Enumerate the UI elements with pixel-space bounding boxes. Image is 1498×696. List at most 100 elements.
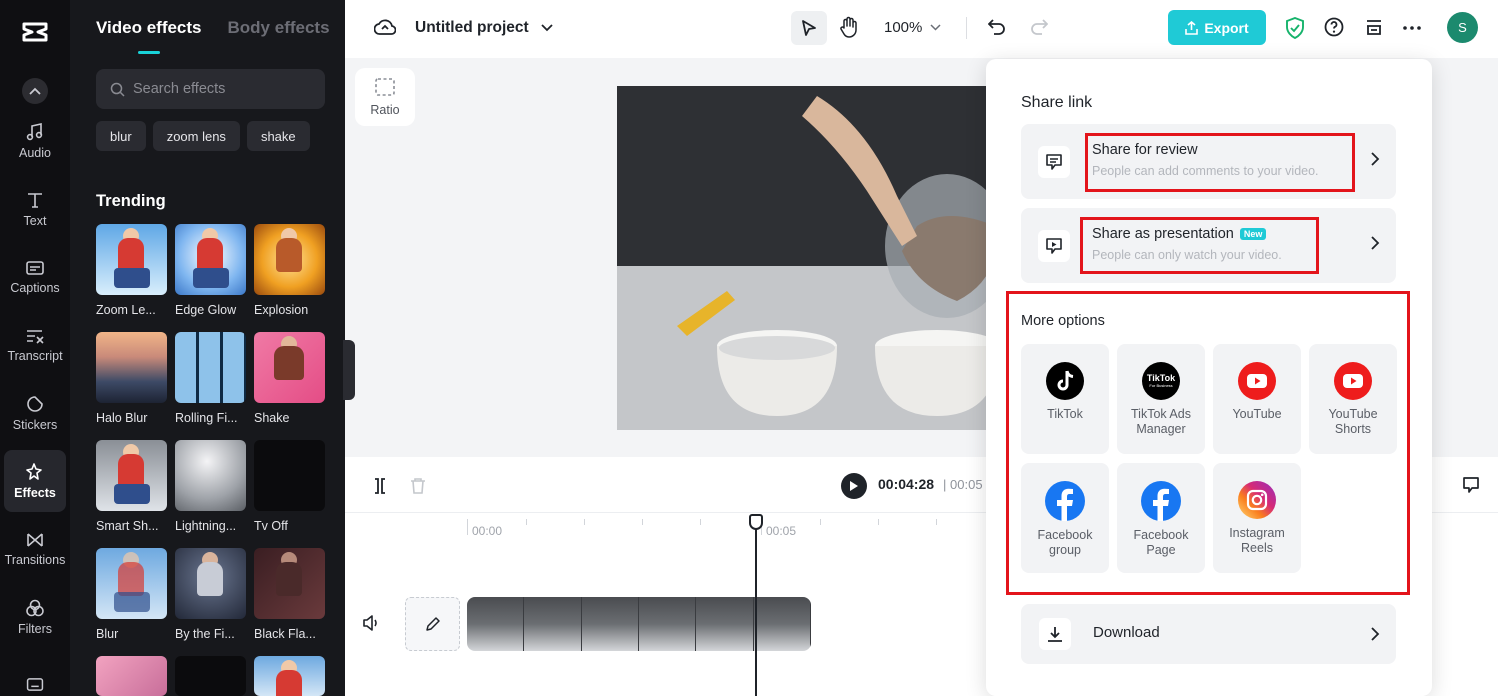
zoom-dropdown[interactable]: 100%: [884, 19, 941, 36]
capcut-logo[interactable]: [0, 0, 70, 64]
effect-tile[interactable]: Explosion: [254, 224, 325, 332]
project-title-dropdown[interactable]: Untitled project: [415, 19, 553, 37]
playhead-line[interactable]: [755, 515, 757, 696]
effects-panel: Video effects Body effects blur zoom len…: [70, 0, 345, 696]
option-tiktok-ads-manager[interactable]: TikTok For Business TikTok Ads Manager: [1117, 344, 1205, 454]
download-label: Download: [1093, 624, 1160, 641]
cover-edit-button[interactable]: [405, 597, 460, 651]
effect-tile[interactable]: Smart Sh...: [96, 440, 167, 548]
search-input[interactable]: [133, 81, 313, 97]
youtube-icon: [1334, 362, 1372, 400]
ratio-icon: [375, 78, 395, 96]
tab-body-effects[interactable]: Body effects: [228, 18, 330, 38]
undo-icon: [988, 19, 1005, 35]
layers-button[interactable]: [1365, 18, 1383, 36]
effect-tile[interactable]: Blur: [96, 548, 167, 656]
left-rail: Audio Text Captions Transcript Stickers …: [0, 0, 70, 696]
effect-tile[interactable]: Zoom Le...: [96, 224, 167, 332]
clip-frame: [581, 597, 639, 651]
playhead-handle[interactable]: [749, 514, 763, 530]
ruler-tick: [584, 519, 585, 525]
mute-track-button[interactable]: [362, 615, 380, 636]
top-bar: Untitled project 100% Export S: [345, 0, 1498, 58]
effect-tile[interactable]: By the Fi...: [175, 548, 246, 656]
delete-button[interactable]: [410, 477, 426, 500]
option-tiktok[interactable]: TikTok: [1021, 344, 1109, 454]
ruler-label: 00:05: [766, 524, 797, 538]
effect-tile[interactable]: Shake: [254, 332, 325, 440]
chip-shake[interactable]: shake: [246, 121, 310, 151]
rail-audio[interactable]: Audio: [4, 110, 66, 172]
effect-label: Explosion: [254, 303, 309, 317]
share-popup: Share link Share for review People can a…: [986, 59, 1432, 696]
effect-tile[interactable]: [175, 656, 246, 696]
rail-transitions[interactable]: Transitions: [4, 518, 66, 580]
option-instagram-reels[interactable]: Instagram Reels: [1213, 463, 1301, 573]
tiktok-business-icon: TikTok For Business: [1142, 362, 1180, 400]
collapse-panel-button[interactable]: [22, 78, 48, 104]
effects-grid: Zoom Le... Edge Glow Explosion Halo Blur…: [96, 224, 325, 696]
rail-effects-label: Effects: [14, 485, 56, 500]
play-button[interactable]: [841, 473, 867, 499]
effect-label: Blur: [96, 627, 119, 641]
rail-filters-label: Filters: [17, 621, 53, 636]
video-clip[interactable]: [467, 597, 811, 651]
current-time: 00:04:28: [878, 476, 935, 492]
rail-stickers[interactable]: Stickers: [4, 382, 66, 444]
effect-label: Tv Off: [254, 519, 288, 533]
search-box[interactable]: [96, 69, 325, 109]
effect-thumbnail: [96, 440, 167, 511]
hand-tool-button[interactable]: [839, 16, 859, 38]
panel-collapse-handle[interactable]: [343, 340, 355, 400]
export-button[interactable]: Export: [1168, 10, 1266, 45]
rail-text[interactable]: Text: [4, 178, 66, 240]
time-separator: |: [943, 477, 947, 492]
video-frame-image: [617, 86, 997, 430]
rail-text-label: Text: [23, 213, 47, 228]
effect-tile[interactable]: [96, 656, 167, 696]
effect-tile[interactable]: Lightning...: [175, 440, 246, 548]
help-button[interactable]: [1324, 17, 1344, 37]
rail-transcript[interactable]: Transcript: [4, 314, 66, 376]
effect-tile[interactable]: Edge Glow: [175, 224, 246, 332]
shield-check-button[interactable]: [1285, 17, 1305, 39]
comment-button[interactable]: [1462, 476, 1480, 499]
undo-button[interactable]: [988, 18, 1006, 36]
video-preview[interactable]: [617, 86, 997, 430]
more-options-button[interactable]: [1403, 26, 1421, 30]
download-option[interactable]: Download: [1021, 604, 1396, 664]
option-facebook-page[interactable]: Facebook Page: [1117, 463, 1205, 573]
rail-captions[interactable]: Captions: [4, 246, 66, 308]
effect-label: By the Fi...: [175, 627, 235, 641]
effect-thumbnail: [254, 548, 325, 619]
play-icon: [850, 481, 858, 491]
rail-effects[interactable]: Effects: [4, 450, 66, 512]
rail-filters[interactable]: Filters: [4, 586, 66, 648]
tab-video-effects[interactable]: Video effects: [96, 18, 202, 38]
avatar[interactable]: S: [1447, 12, 1478, 43]
option-youtube-shorts[interactable]: YouTube Shorts: [1309, 344, 1397, 454]
effect-tile[interactable]: Tv Off: [254, 440, 325, 548]
option-youtube[interactable]: YouTube: [1213, 344, 1301, 454]
effect-tile[interactable]: Rolling Fi...: [175, 332, 246, 440]
split-button[interactable]: [372, 477, 388, 500]
ratio-button[interactable]: Ratio: [355, 68, 415, 126]
export-label: Export: [1204, 19, 1249, 36]
cloud-sync-icon[interactable]: [374, 18, 396, 36]
youtube-icon: [1238, 362, 1276, 400]
effect-label: Zoom Le...: [96, 303, 156, 317]
effect-thumbnail: [96, 548, 167, 619]
option-label: YouTube Shorts: [1328, 407, 1378, 436]
effect-tile[interactable]: Black Fla...: [254, 548, 325, 656]
rail-more[interactable]: [4, 664, 66, 696]
chip-zoom-lens[interactable]: zoom lens: [152, 121, 240, 151]
chip-blur[interactable]: blur: [96, 121, 146, 151]
rail-captions-label: Captions: [10, 280, 60, 295]
redo-button[interactable]: [1030, 18, 1048, 36]
effect-tile[interactable]: Halo Blur: [96, 332, 167, 440]
effect-label: Edge Glow: [175, 303, 237, 317]
tiktok-icon: [1046, 362, 1084, 400]
select-tool-button[interactable]: [791, 11, 827, 45]
effect-tile[interactable]: [254, 656, 325, 696]
option-facebook-group[interactable]: Facebook group: [1021, 463, 1109, 573]
